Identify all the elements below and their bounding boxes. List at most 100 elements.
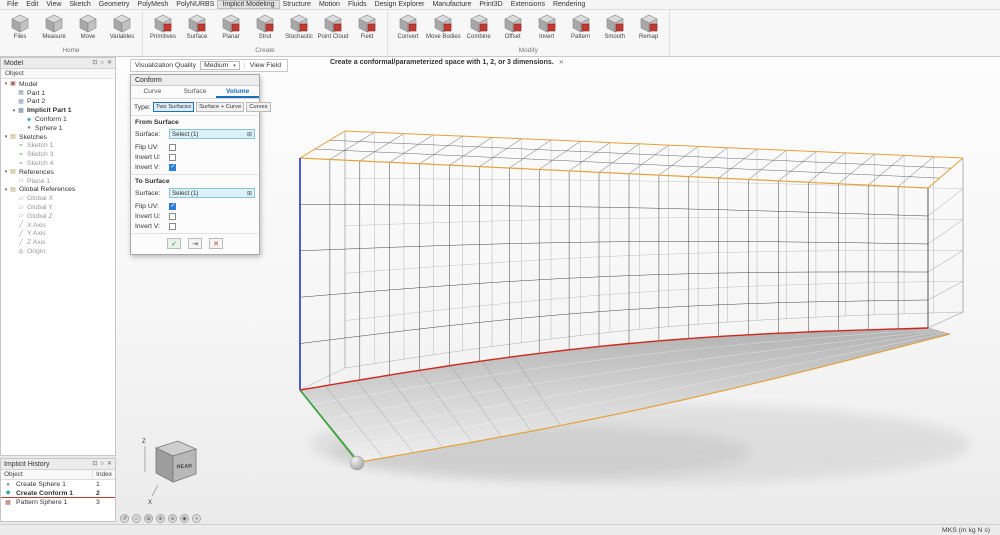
view-icon[interactable]: ◑ (192, 514, 201, 523)
tree-item[interactable]: ▾ ▤ References (1, 168, 115, 177)
dialog-tab[interactable]: Volume (216, 86, 259, 98)
ribbon-button[interactable]: Point Cloud (316, 11, 350, 46)
tree-item[interactable]: ▦ Part 1 (1, 89, 115, 98)
menu-item[interactable]: Edit (22, 1, 42, 8)
menu-item[interactable]: Fluids (344, 1, 371, 8)
menu-item[interactable]: Extensions (507, 1, 549, 8)
menu-item[interactable]: Design Explorer (371, 1, 429, 8)
ribbon-button[interactable]: Smooth (598, 11, 632, 46)
ribbon-button[interactable]: Combine (462, 11, 496, 46)
zoom-window-icon[interactable]: ⊞ (144, 514, 153, 523)
search-icon[interactable]: ○ (100, 60, 104, 66)
apply-next-button[interactable]: ⇥ (188, 238, 202, 249)
checkbox[interactable] (169, 223, 176, 230)
close-icon[interactable]: ✕ (107, 60, 112, 66)
menu-item[interactable]: Implicit Modeling (218, 1, 278, 8)
ribbon-button[interactable]: Invert (530, 11, 564, 46)
ribbon-button[interactable]: Move Bodies (425, 11, 462, 46)
tree-item[interactable]: ╱ Z Axis (1, 238, 115, 247)
dialog-tab[interactable]: Curve (131, 86, 174, 98)
tree-item[interactable]: ● Sphere 1 (1, 124, 115, 133)
tree-item[interactable]: ≈ Sketch 3 (1, 150, 115, 159)
ribbon-button[interactable]: Primitives (146, 11, 180, 46)
history-row[interactable]: ▦Pattern Sphere 1 3 (1, 498, 115, 507)
orbit-icon[interactable]: ↺ (120, 514, 129, 523)
menu-item[interactable]: Rendering (549, 1, 589, 8)
tree-item[interactable]: ╱ Y Axis (1, 230, 115, 239)
history-row[interactable]: ◈Create Conform 1 2 (1, 489, 115, 498)
dialog-tab[interactable]: Surface (174, 86, 217, 98)
collapse-icon[interactable]: ⊡ (92, 461, 97, 467)
ribbon-button[interactable]: Planar (214, 11, 248, 46)
menu-item[interactable]: PolyNURBS (172, 1, 218, 8)
history-row[interactable]: ●Create Sphere 1 1 (1, 480, 115, 489)
tree-item[interactable]: ▱ Global X (1, 194, 115, 203)
view-field-button[interactable]: View Field (244, 62, 283, 69)
history-index: 2 (91, 490, 115, 497)
menu-item[interactable]: Print3D (475, 1, 506, 8)
ok-button[interactable]: ✓ (167, 238, 181, 249)
tree-item[interactable]: ▾ ▤ Sketches (1, 133, 115, 142)
tree-item[interactable]: ▾ ▤ Global References (1, 186, 115, 195)
tree-item[interactable]: ▦ Part 2 (1, 98, 115, 107)
tree-item[interactable]: ◎ Origin (1, 247, 115, 256)
surface-select[interactable]: Select (1) ⊞ (169, 129, 255, 139)
tree-item[interactable]: ▾ ▣ Model (1, 80, 115, 89)
tree-item[interactable]: ≈ Sketch 4 (1, 159, 115, 168)
surface-select[interactable]: Select (1) ⊞ (169, 188, 255, 198)
tree-item[interactable]: ▱ Global Z (1, 212, 115, 221)
tree-item[interactable]: ╱ X Axis (1, 221, 115, 230)
home-icon[interactable]: ⌂ (132, 514, 141, 523)
tree-item[interactable]: ▱ Global Y (1, 203, 115, 212)
chevron-down-icon: ▾ (233, 63, 236, 69)
search-icon[interactable]: ○ (100, 461, 104, 467)
convert-icon (397, 12, 419, 34)
axis-icon: ╱ (17, 240, 25, 246)
menu-item[interactable]: View (42, 1, 65, 8)
tree-item[interactable]: ▱ Plane 1 (1, 177, 115, 186)
offset-icon (502, 12, 524, 34)
checkbox[interactable] (169, 203, 176, 210)
zoom-fit-icon[interactable]: ◉ (180, 514, 189, 523)
conform-icon: ◈ (25, 117, 33, 123)
close-icon[interactable]: ✕ (107, 461, 112, 467)
zoom-in-icon[interactable]: ⊕ (156, 514, 165, 523)
type-option-button[interactable]: Two Surfaces (153, 102, 194, 112)
type-option-button[interactable]: Surface + Curve (196, 102, 244, 112)
ribbon-group-label: Home (3, 46, 139, 56)
tree-item[interactable]: ◈ Conform 1 (1, 115, 115, 124)
sketch-icon: ≈ (17, 143, 25, 149)
menu-item[interactable]: PolyMesh (134, 1, 173, 8)
checkbox[interactable] (169, 154, 176, 161)
tree-item[interactable]: ▾ ▦ Implicit Part 1 (1, 106, 115, 115)
ribbon-button[interactable]: Measure (37, 11, 71, 46)
menu-item[interactable]: Structure (279, 1, 315, 8)
type-option-button[interactable]: Curves (246, 102, 270, 112)
viz-quality-select[interactable]: Medium ▾ (200, 61, 240, 70)
ribbon-button[interactable]: Field (350, 11, 384, 46)
ribbon-button[interactable]: Convert (391, 11, 425, 46)
hint-close-icon[interactable]: ✕ (559, 59, 564, 66)
tree-item[interactable]: ≈ Sketch 1 (1, 142, 115, 151)
checkbox[interactable] (169, 164, 176, 171)
menu-item[interactable]: Manufacture (428, 1, 475, 8)
cancel-button[interactable]: ✕ (209, 238, 223, 249)
ribbon-button[interactable]: Pattern (564, 11, 598, 46)
ribbon-button[interactable]: Variables (105, 11, 139, 46)
menu-item[interactable]: Sketch (65, 1, 94, 8)
ribbon-button[interactable]: Surface (180, 11, 214, 46)
ribbon-button[interactable]: Files (3, 11, 37, 46)
ribbon-button[interactable]: Stochastic (282, 11, 316, 46)
menu-item[interactable]: Geometry (95, 1, 134, 8)
view-cube[interactable]: Z X REAR (140, 432, 210, 508)
ribbon-button[interactable]: Remap (632, 11, 666, 46)
menu-item[interactable]: Motion (315, 1, 344, 8)
checkbox[interactable] (169, 144, 176, 151)
collapse-icon[interactable]: ⊡ (92, 60, 97, 66)
ribbon-button[interactable]: Strut (248, 11, 282, 46)
zoom-out-icon[interactable]: ⊖ (168, 514, 177, 523)
ribbon-button[interactable]: Move (71, 11, 105, 46)
checkbox[interactable] (169, 213, 176, 220)
menu-item[interactable]: File (3, 1, 22, 8)
ribbon-button[interactable]: Offset (496, 11, 530, 46)
